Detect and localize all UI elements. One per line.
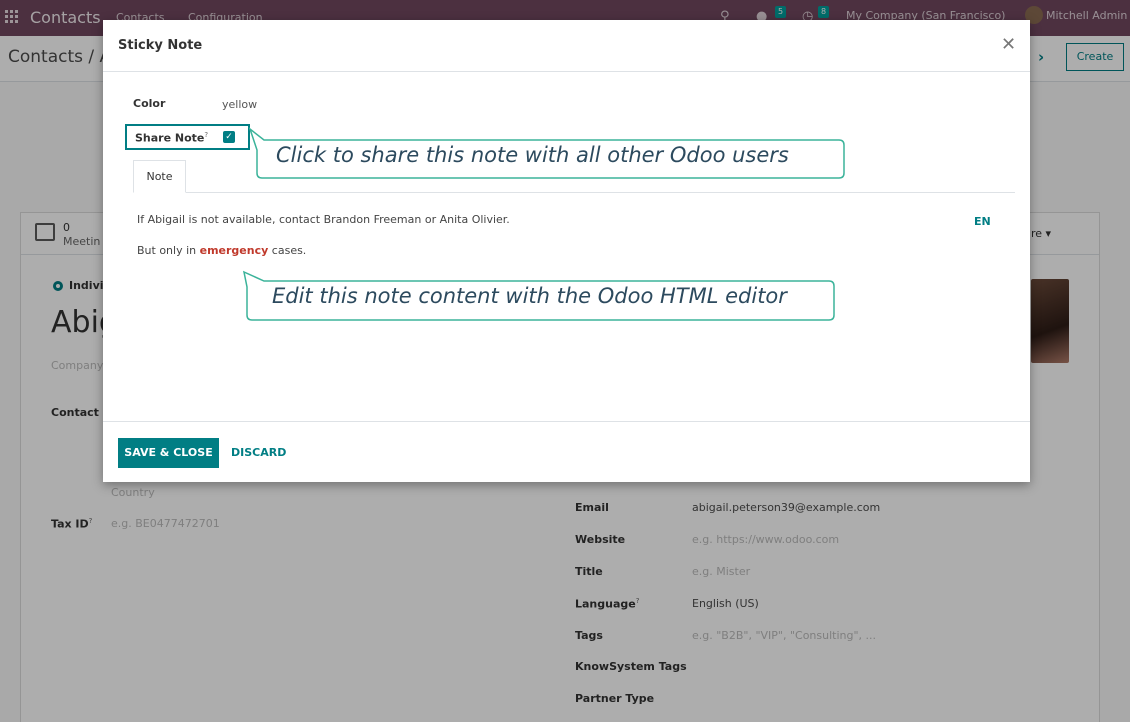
discard-button[interactable]: DISCARD <box>231 438 286 468</box>
color-label: Color <box>133 97 166 110</box>
share-callout-text: Click to share this note with all other … <box>276 143 789 167</box>
tab-note[interactable]: Note <box>133 160 186 193</box>
close-icon[interactable]: ✕ <box>1001 34 1016 55</box>
note-line-1[interactable]: If Abigail is not available, contact Bra… <box>137 213 510 226</box>
share-note-highlight: Share Note? ✓ <box>125 124 250 150</box>
dialog-header: Sticky Note ✕ <box>103 20 1030 72</box>
note-line-2[interactable]: But only in emergency cases. <box>137 244 306 257</box>
share-note-checkbox[interactable]: ✓ <box>223 131 235 143</box>
note-emphasis: emergency <box>199 244 269 257</box>
save-close-button[interactable]: SAVE & CLOSE <box>118 438 219 468</box>
editor-callout-text: Edit this note content with the Odoo HTM… <box>272 284 787 308</box>
dialog-title: Sticky Note <box>118 38 203 53</box>
tabs-divider <box>133 192 1015 193</box>
translate-button[interactable]: EN <box>974 215 991 228</box>
sticky-note-dialog: Sticky Note ✕ Color yellow Share Note? ✓… <box>103 20 1030 482</box>
editor-callout: Edit this note content with the Odoo HTM… <box>238 268 838 324</box>
dialog-footer: SAVE & CLOSE DISCARD <box>103 421 1030 482</box>
share-note-label: Share Note? <box>135 131 209 145</box>
color-field[interactable]: yellow <box>222 98 257 111</box>
share-callout: Click to share this note with all other … <box>248 126 848 182</box>
